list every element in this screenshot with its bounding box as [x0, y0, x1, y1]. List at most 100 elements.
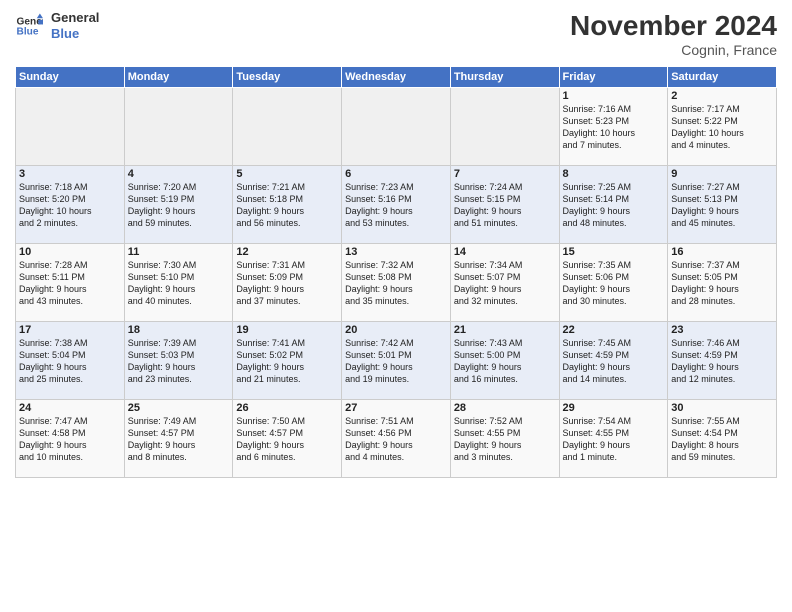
day-number: 28 — [454, 402, 556, 414]
day-info: Sunrise: 7:50 AM Sunset: 4:57 PM Dayligh… — [236, 415, 338, 464]
day-info: Sunrise: 7:43 AM Sunset: 5:00 PM Dayligh… — [454, 337, 556, 386]
day-cell — [342, 88, 451, 166]
day-number: 4 — [128, 168, 230, 180]
day-info: Sunrise: 7:31 AM Sunset: 5:09 PM Dayligh… — [236, 259, 338, 308]
day-number: 13 — [345, 246, 447, 258]
day-number: 5 — [236, 168, 338, 180]
day-number: 27 — [345, 402, 447, 414]
day-cell: 22Sunrise: 7:45 AM Sunset: 4:59 PM Dayli… — [559, 322, 668, 400]
day-number: 2 — [671, 90, 773, 102]
day-number: 8 — [563, 168, 665, 180]
logo-line1: General — [51, 10, 99, 26]
day-cell — [450, 88, 559, 166]
day-cell: 26Sunrise: 7:50 AM Sunset: 4:57 PM Dayli… — [233, 400, 342, 478]
day-cell: 28Sunrise: 7:52 AM Sunset: 4:55 PM Dayli… — [450, 400, 559, 478]
day-info: Sunrise: 7:27 AM Sunset: 5:13 PM Dayligh… — [671, 181, 773, 230]
day-number: 10 — [19, 246, 121, 258]
day-info: Sunrise: 7:28 AM Sunset: 5:11 PM Dayligh… — [19, 259, 121, 308]
day-cell: 25Sunrise: 7:49 AM Sunset: 4:57 PM Dayli… — [124, 400, 233, 478]
day-info: Sunrise: 7:52 AM Sunset: 4:55 PM Dayligh… — [454, 415, 556, 464]
day-cell: 11Sunrise: 7:30 AM Sunset: 5:10 PM Dayli… — [124, 244, 233, 322]
day-number: 21 — [454, 324, 556, 336]
day-cell: 15Sunrise: 7:35 AM Sunset: 5:06 PM Dayli… — [559, 244, 668, 322]
day-number: 30 — [671, 402, 773, 414]
day-cell: 8Sunrise: 7:25 AM Sunset: 5:14 PM Daylig… — [559, 166, 668, 244]
day-cell — [233, 88, 342, 166]
week-row-2: 3Sunrise: 7:18 AM Sunset: 5:20 PM Daylig… — [16, 166, 777, 244]
day-info: Sunrise: 7:38 AM Sunset: 5:04 PM Dayligh… — [19, 337, 121, 386]
day-info: Sunrise: 7:32 AM Sunset: 5:08 PM Dayligh… — [345, 259, 447, 308]
logo-line2: Blue — [51, 26, 99, 42]
day-info: Sunrise: 7:41 AM Sunset: 5:02 PM Dayligh… — [236, 337, 338, 386]
day-cell: 17Sunrise: 7:38 AM Sunset: 5:04 PM Dayli… — [16, 322, 125, 400]
week-row-5: 24Sunrise: 7:47 AM Sunset: 4:58 PM Dayli… — [16, 400, 777, 478]
day-number: 17 — [19, 324, 121, 336]
logo-icon: General Blue — [15, 12, 43, 40]
day-number: 6 — [345, 168, 447, 180]
day-info: Sunrise: 7:25 AM Sunset: 5:14 PM Dayligh… — [563, 181, 665, 230]
day-number: 7 — [454, 168, 556, 180]
day-info: Sunrise: 7:54 AM Sunset: 4:55 PM Dayligh… — [563, 415, 665, 464]
header-saturday: Saturday — [668, 67, 777, 88]
day-cell: 30Sunrise: 7:55 AM Sunset: 4:54 PM Dayli… — [668, 400, 777, 478]
header-tuesday: Tuesday — [233, 67, 342, 88]
day-cell: 19Sunrise: 7:41 AM Sunset: 5:02 PM Dayli… — [233, 322, 342, 400]
day-cell: 27Sunrise: 7:51 AM Sunset: 4:56 PM Dayli… — [342, 400, 451, 478]
day-cell: 1Sunrise: 7:16 AM Sunset: 5:23 PM Daylig… — [559, 88, 668, 166]
header-wednesday: Wednesday — [342, 67, 451, 88]
day-cell: 14Sunrise: 7:34 AM Sunset: 5:07 PM Dayli… — [450, 244, 559, 322]
day-number: 19 — [236, 324, 338, 336]
day-cell: 4Sunrise: 7:20 AM Sunset: 5:19 PM Daylig… — [124, 166, 233, 244]
day-info: Sunrise: 7:18 AM Sunset: 5:20 PM Dayligh… — [19, 181, 121, 230]
header-monday: Monday — [124, 67, 233, 88]
day-info: Sunrise: 7:55 AM Sunset: 4:54 PM Dayligh… — [671, 415, 773, 464]
day-cell: 12Sunrise: 7:31 AM Sunset: 5:09 PM Dayli… — [233, 244, 342, 322]
calendar: Sunday Monday Tuesday Wednesday Thursday… — [15, 66, 777, 478]
day-info: Sunrise: 7:42 AM Sunset: 5:01 PM Dayligh… — [345, 337, 447, 386]
day-info: Sunrise: 7:34 AM Sunset: 5:07 PM Dayligh… — [454, 259, 556, 308]
day-cell: 2Sunrise: 7:17 AM Sunset: 5:22 PM Daylig… — [668, 88, 777, 166]
header-friday: Friday — [559, 67, 668, 88]
day-number: 24 — [19, 402, 121, 414]
day-cell: 7Sunrise: 7:24 AM Sunset: 5:15 PM Daylig… — [450, 166, 559, 244]
day-info: Sunrise: 7:30 AM Sunset: 5:10 PM Dayligh… — [128, 259, 230, 308]
day-cell: 16Sunrise: 7:37 AM Sunset: 5:05 PM Dayli… — [668, 244, 777, 322]
day-number: 25 — [128, 402, 230, 414]
month-title: November 2024 — [570, 10, 777, 42]
day-cell: 3Sunrise: 7:18 AM Sunset: 5:20 PM Daylig… — [16, 166, 125, 244]
header: General Blue General Blue November 2024 … — [15, 10, 777, 58]
day-info: Sunrise: 7:51 AM Sunset: 4:56 PM Dayligh… — [345, 415, 447, 464]
day-info: Sunrise: 7:17 AM Sunset: 5:22 PM Dayligh… — [671, 103, 773, 152]
day-cell: 23Sunrise: 7:46 AM Sunset: 4:59 PM Dayli… — [668, 322, 777, 400]
day-number: 23 — [671, 324, 773, 336]
svg-text:Blue: Blue — [17, 26, 39, 37]
day-info: Sunrise: 7:35 AM Sunset: 5:06 PM Dayligh… — [563, 259, 665, 308]
day-cell: 6Sunrise: 7:23 AM Sunset: 5:16 PM Daylig… — [342, 166, 451, 244]
day-info: Sunrise: 7:39 AM Sunset: 5:03 PM Dayligh… — [128, 337, 230, 386]
day-number: 26 — [236, 402, 338, 414]
week-row-1: 1Sunrise: 7:16 AM Sunset: 5:23 PM Daylig… — [16, 88, 777, 166]
day-cell: 24Sunrise: 7:47 AM Sunset: 4:58 PM Dayli… — [16, 400, 125, 478]
day-cell: 29Sunrise: 7:54 AM Sunset: 4:55 PM Dayli… — [559, 400, 668, 478]
day-number: 22 — [563, 324, 665, 336]
day-cell: 9Sunrise: 7:27 AM Sunset: 5:13 PM Daylig… — [668, 166, 777, 244]
location: Cognin, France — [570, 42, 777, 58]
day-number: 12 — [236, 246, 338, 258]
day-info: Sunrise: 7:45 AM Sunset: 4:59 PM Dayligh… — [563, 337, 665, 386]
week-row-4: 17Sunrise: 7:38 AM Sunset: 5:04 PM Dayli… — [16, 322, 777, 400]
day-cell: 18Sunrise: 7:39 AM Sunset: 5:03 PM Dayli… — [124, 322, 233, 400]
day-number: 11 — [128, 246, 230, 258]
logo: General Blue General Blue — [15, 10, 99, 41]
day-info: Sunrise: 7:16 AM Sunset: 5:23 PM Dayligh… — [563, 103, 665, 152]
page: General Blue General Blue November 2024 … — [0, 0, 792, 612]
title-block: November 2024 Cognin, France — [570, 10, 777, 58]
day-info: Sunrise: 7:23 AM Sunset: 5:16 PM Dayligh… — [345, 181, 447, 230]
day-cell: 13Sunrise: 7:32 AM Sunset: 5:08 PM Dayli… — [342, 244, 451, 322]
day-cell: 10Sunrise: 7:28 AM Sunset: 5:11 PM Dayli… — [16, 244, 125, 322]
day-info: Sunrise: 7:37 AM Sunset: 5:05 PM Dayligh… — [671, 259, 773, 308]
week-row-3: 10Sunrise: 7:28 AM Sunset: 5:11 PM Dayli… — [16, 244, 777, 322]
day-info: Sunrise: 7:21 AM Sunset: 5:18 PM Dayligh… — [236, 181, 338, 230]
day-info: Sunrise: 7:46 AM Sunset: 4:59 PM Dayligh… — [671, 337, 773, 386]
day-number: 9 — [671, 168, 773, 180]
day-info: Sunrise: 7:20 AM Sunset: 5:19 PM Dayligh… — [128, 181, 230, 230]
